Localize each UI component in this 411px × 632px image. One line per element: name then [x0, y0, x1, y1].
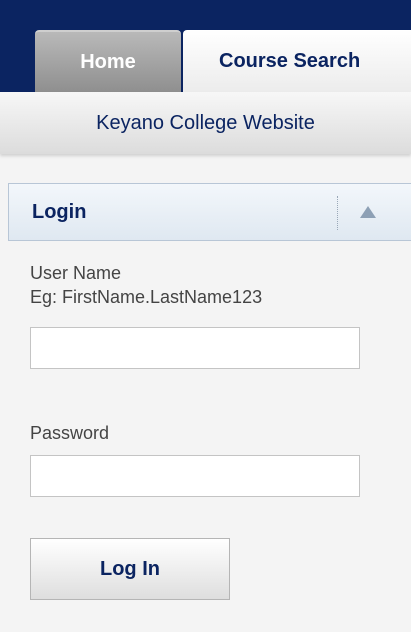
keyano-college-website-link[interactable]: Keyano College Website [96, 112, 315, 135]
password-input[interactable] [30, 455, 360, 497]
page: f Home Course Search Keyano College Webs… [0, 0, 411, 632]
website-link-bar: Keyano College Website [0, 92, 411, 154]
username-input[interactable] [30, 327, 360, 369]
password-label: Password [30, 423, 110, 443]
header-divider [337, 196, 338, 230]
tab-home-label: Home [80, 50, 136, 73]
triangle-up-icon[interactable] [360, 206, 376, 218]
login-panel: Login User Name Eg: FirstName.LastName12… [8, 183, 411, 632]
tab-course-search[interactable]: Course Search [183, 30, 411, 92]
tab-home[interactable]: Home [35, 30, 181, 92]
username-hint: Eg: FirstName.LastName123 [30, 287, 263, 307]
tab-course-search-label: Course Search [219, 49, 361, 72]
log-in-button[interactable]: Log In [30, 538, 230, 600]
username-label: User Name [30, 263, 122, 283]
login-panel-header[interactable]: Login [8, 183, 411, 241]
login-panel-title: Login [32, 201, 87, 223]
